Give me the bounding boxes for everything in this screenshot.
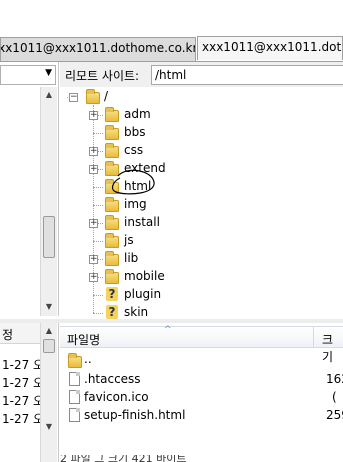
folder-icon [86,89,100,104]
tree-item[interactable]: js [60,231,343,249]
tree-item[interactable]: html [60,177,343,195]
tree-item-label: skin [124,305,149,319]
local-row-date: 1-27 오 [2,376,45,390]
folder-icon [105,233,119,248]
tree-line [93,187,103,188]
column-header-filename[interactable]: 파일명 [67,331,100,348]
local-path-dropdown[interactable]: ▼ [0,65,56,85]
tab-session-1[interactable]: xxx1011@xxx1011.dothome.co.kr✕ [0,37,196,61]
tree-item[interactable]: + css [60,141,343,159]
tab-session-2[interactable]: xxx1011@xxx1011.dothome.co.kr [197,36,343,60]
file-size: 259 [326,408,343,422]
folder-icon [105,197,119,212]
file-name: .htaccess [84,372,141,386]
remote-site-label: 리모트 사이트: [65,69,140,83]
sort-ascending-icon: ^ [164,325,172,335]
expand-icon[interactable]: + [89,111,98,120]
tree-item[interactable]: + adm [60,105,343,123]
tree-line [93,133,103,134]
tree-item-label: lib [124,251,139,265]
tree-item-label: bbs [124,125,146,139]
remote-path-input[interactable]: /html [151,65,343,85]
status-text: 2 파일 그 크기 421 바이트 [60,455,187,462]
tree-item-label: js [124,233,134,247]
tree-item-label: plugin [124,287,162,301]
column-separator[interactable] [313,327,314,347]
tree-line [93,241,103,242]
tree-item[interactable]: + extend [60,159,343,177]
tree-item-label: img [124,197,147,211]
local-list-scrollbar[interactable]: ▲ ▼ [40,323,57,462]
file-size: ( [332,390,337,404]
tree-line [93,313,103,314]
folder-icon [105,107,119,122]
file-size: 162 [326,372,343,386]
scroll-thumb[interactable] [43,339,55,353]
expand-icon[interactable]: + [89,219,98,228]
expand-icon[interactable]: + [89,255,98,264]
file-icon [69,390,80,404]
tree-item-label: css [124,143,144,157]
scroll-down-icon[interactable]: ▼ [41,299,57,315]
question-icon: ? [106,287,118,301]
file-list-header [60,326,343,348]
column-header-size[interactable]: 크기 [322,331,343,365]
file-icon [69,372,80,386]
expand-icon[interactable]: + [89,273,98,282]
tree-line [93,205,103,206]
tab-label: xxx1011@xxx1011.dothome.co.kr [0,41,196,55]
question-icon: ? [106,305,118,319]
scroll-up-icon[interactable]: ▲ [41,87,57,103]
tree-item[interactable]: + install [60,213,343,231]
scroll-down-icon[interactable]: ▼ [41,419,57,435]
file-icon [69,408,80,422]
file-name: favicon.ico [84,390,149,404]
folder-icon [105,143,119,158]
folder-icon [105,125,119,140]
file-name: .. [84,352,92,366]
local-tree-scrollbar[interactable]: ▲ ▼ [40,87,57,316]
expand-icon[interactable]: + [89,165,98,174]
tree-item[interactable]: ? plugin [60,285,343,303]
tree-root-label[interactable]: / [104,89,108,103]
folder-icon [105,269,119,284]
tree-line [93,295,103,296]
local-row-date: 1-27 오 [2,358,45,372]
local-column-header[interactable]: 정 [0,323,40,344]
tree-item-label: install [124,215,160,229]
folder-icon [105,215,119,230]
scroll-thumb[interactable] [43,216,55,258]
local-row-date: 1-27 오 [2,412,45,426]
expand-icon[interactable]: + [89,147,98,156]
collapse-icon[interactable]: − [69,93,78,102]
folder-icon [105,251,119,266]
scroll-up-icon[interactable]: ▲ [41,323,57,339]
tree-item[interactable]: + lib [60,249,343,267]
tree-item[interactable]: bbs [60,123,343,141]
file-name: setup-finish.html [84,408,186,422]
local-row-date: 1-27 오 [2,394,45,408]
chevron-down-icon[interactable]: ▼ [45,68,52,78]
tree-item-label: mobile [124,269,165,283]
annotation-circle [111,169,155,195]
column-header-label[interactable]: 정 [2,326,13,343]
tab-label: xxx1011@xxx1011.dothome.co.kr [202,40,342,54]
tree-item[interactable]: + mobile [60,267,343,285]
folder-icon [68,353,82,368]
tree-item-label: adm [124,107,151,121]
tree-item[interactable]: img [60,195,343,213]
